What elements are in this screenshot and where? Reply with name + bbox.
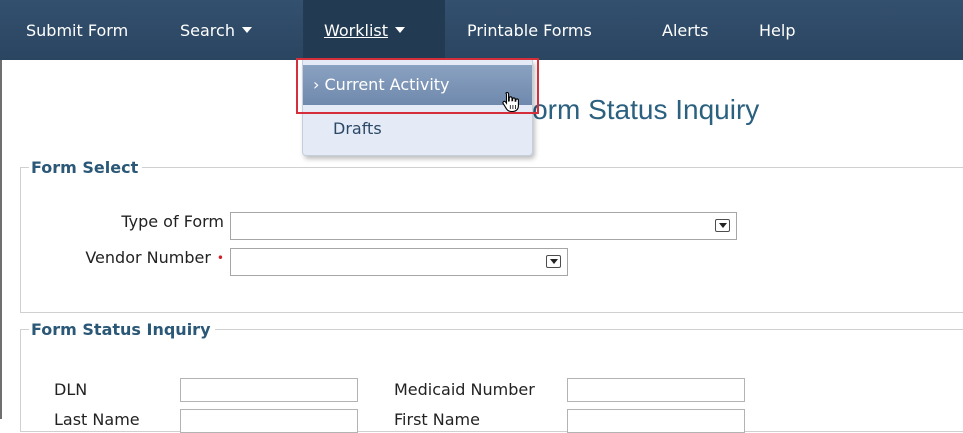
medicaid-number-input[interactable] <box>567 378 745 402</box>
dropdown-arrow-icon <box>715 219 730 232</box>
nav-printable-forms[interactable]: Printable Forms <box>467 0 592 60</box>
medicaid-number-label: Medicaid Number <box>394 380 535 399</box>
type-of-form-label-text: Type of Form <box>121 212 224 231</box>
nav-help[interactable]: Help <box>759 0 795 60</box>
menu-item-current-activity[interactable]: › Current Activity <box>303 65 532 105</box>
vendor-number-label-text: Vendor Number <box>85 248 211 267</box>
vendor-number-select[interactable] <box>230 248 568 276</box>
type-of-form-select[interactable] <box>230 212 737 240</box>
form-status-inquiry-section: Form Status Inquiry <box>20 320 963 432</box>
window-edge <box>0 0 2 419</box>
hand-cursor-icon <box>502 91 519 113</box>
chevron-down-icon <box>395 26 406 33</box>
nav-printable-forms-label: Printable Forms <box>467 21 592 40</box>
type-of-form-label: Type of Form <box>90 212 224 231</box>
chevron-down-icon <box>241 26 252 33</box>
last-name-label: Last Name <box>54 410 140 429</box>
nav-submit-form-label: Submit Form <box>26 21 129 40</box>
form-status-inquiry-legend: Form Status Inquiry <box>31 320 211 339</box>
worklist-dropdown-menu: › Current Activity Drafts <box>302 60 533 156</box>
first-name-input[interactable] <box>567 409 745 433</box>
nav-search-label: Search <box>180 21 235 40</box>
last-name-input[interactable] <box>180 409 358 433</box>
page-title: Form Status Inquiry <box>515 94 760 125</box>
nav-help-label: Help <box>759 21 796 40</box>
nav-submit-form[interactable]: Submit Form <box>26 0 128 60</box>
nav-search[interactable]: Search <box>180 0 252 60</box>
menu-item-current-activity-label: Current Activity <box>324 75 450 94</box>
nav-worklist[interactable]: Worklist <box>303 0 445 60</box>
nav-alerts[interactable]: Alerts <box>662 0 708 60</box>
form-select-legend: Form Select <box>31 158 139 177</box>
menu-item-drafts[interactable]: Drafts <box>303 109 532 149</box>
nav-alerts-label: Alerts <box>662 21 709 40</box>
dln-label: DLN <box>54 380 88 399</box>
dropdown-arrow-icon <box>546 255 561 268</box>
top-nav-bar: Submit Form Search Worklist Printable Fo… <box>0 0 963 60</box>
first-name-label: First Name <box>394 410 480 429</box>
menu-item-drafts-label: Drafts <box>333 119 382 138</box>
nav-worklist-label: Worklist <box>324 21 389 40</box>
dln-input[interactable] <box>180 378 358 402</box>
vendor-number-label: Vendor Number • <box>40 248 224 267</box>
chevron-right-icon: › <box>313 75 320 94</box>
required-indicator: • <box>216 251 224 265</box>
